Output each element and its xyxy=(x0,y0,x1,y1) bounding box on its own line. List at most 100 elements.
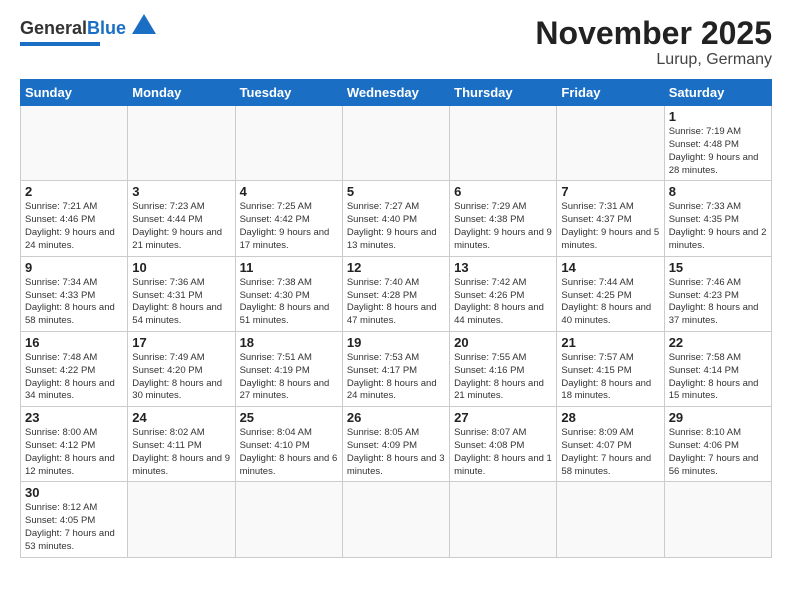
table-row: 4 Sunrise: 7:25 AM Sunset: 4:42 PM Daylig… xyxy=(235,181,342,256)
table-row: 20Sunrise: 7:55 AM Sunset: 4:16 PM Dayli… xyxy=(450,331,557,406)
day-info: Sunrise: 7:23 AM Sunset: 4:44 PM Dayligh… xyxy=(132,201,230,252)
day-number: 12 xyxy=(347,260,445,275)
calendar-header-row: Sunday Monday Tuesday Wednesday Thursday… xyxy=(21,80,772,106)
day-info: Sunrise: 7:36 AM Sunset: 4:31 PM Dayligh… xyxy=(132,277,230,328)
table-row xyxy=(664,482,771,557)
calendar-table: Sunday Monday Tuesday Wednesday Thursday… xyxy=(20,79,772,558)
day-info: Sunrise: 7:53 AM Sunset: 4:17 PM Dayligh… xyxy=(347,352,445,403)
day-info: Sunrise: 7:38 AM Sunset: 4:30 PM Dayligh… xyxy=(240,277,338,328)
day-info: Sunrise: 7:58 AM Sunset: 4:14 PM Dayligh… xyxy=(669,352,767,403)
day-number: 28 xyxy=(561,410,659,425)
day-number: 6 xyxy=(454,184,552,199)
th-sunday: Sunday xyxy=(21,80,128,106)
day-number: 24 xyxy=(132,410,230,425)
table-row xyxy=(128,482,235,557)
day-number: 13 xyxy=(454,260,552,275)
day-info: Sunrise: 8:12 AM Sunset: 4:05 PM Dayligh… xyxy=(25,502,123,553)
table-row: 14 Sunrise: 7:44 AM Sunset: 4:25 PM Dayli… xyxy=(557,256,664,331)
table-row: 29 Sunrise: 8:10 AM Sunset: 4:06 PM Dayli… xyxy=(664,407,771,482)
day-number: 7 xyxy=(561,184,659,199)
day-number: 29 xyxy=(669,410,767,425)
day-number: 16 xyxy=(25,335,123,350)
page: GeneralBlue November 2025 Lurup, Germany… xyxy=(0,0,792,612)
day-info: Sunrise: 7:33 AM Sunset: 4:35 PM Dayligh… xyxy=(669,201,767,252)
th-wednesday: Wednesday xyxy=(342,80,449,106)
table-row xyxy=(235,106,342,181)
day-info: Sunrise: 8:10 AM Sunset: 4:06 PM Dayligh… xyxy=(669,427,767,478)
table-row: 19 Sunrise: 7:53 AM Sunset: 4:17 PM Dayli… xyxy=(342,331,449,406)
title-block: November 2025 Lurup, Germany xyxy=(535,16,772,69)
day-info: Sunrise: 7:42 AM Sunset: 4:26 PM Dayligh… xyxy=(454,277,552,328)
day-info: Sunrise: 7:29 AM Sunset: 4:38 PM Dayligh… xyxy=(454,201,552,252)
day-info: Sunrise: 8:04 AM Sunset: 4:10 PM Dayligh… xyxy=(240,427,338,478)
day-info: Sunrise: 7:40 AM Sunset: 4:28 PM Dayligh… xyxy=(347,277,445,328)
table-row: 26Sunrise: 8:05 AM Sunset: 4:09 PM Dayli… xyxy=(342,407,449,482)
day-info: Sunrise: 7:25 AM Sunset: 4:42 PM Dayligh… xyxy=(240,201,338,252)
day-number: 2 xyxy=(25,184,123,199)
day-number: 10 xyxy=(132,260,230,275)
table-row: 1Sunrise: 7:19 AM Sunset: 4:48 PM Daylig… xyxy=(664,106,771,181)
day-number: 14 xyxy=(561,260,659,275)
table-row: 17Sunrise: 7:49 AM Sunset: 4:20 PM Dayli… xyxy=(128,331,235,406)
day-info: Sunrise: 7:51 AM Sunset: 4:19 PM Dayligh… xyxy=(240,352,338,403)
table-row: 6 Sunrise: 7:29 AM Sunset: 4:38 PM Daylig… xyxy=(450,181,557,256)
day-number: 25 xyxy=(240,410,338,425)
day-number: 18 xyxy=(240,335,338,350)
day-info: Sunrise: 7:27 AM Sunset: 4:40 PM Dayligh… xyxy=(347,201,445,252)
day-number: 21 xyxy=(561,335,659,350)
day-number: 5 xyxy=(347,184,445,199)
day-number: 8 xyxy=(669,184,767,199)
calendar-subtitle: Lurup, Germany xyxy=(535,51,772,69)
table-row: 18 Sunrise: 7:51 AM Sunset: 4:19 PM Dayli… xyxy=(235,331,342,406)
day-number: 9 xyxy=(25,260,123,275)
table-row xyxy=(450,106,557,181)
table-row: 12 Sunrise: 7:40 AM Sunset: 4:28 PM Dayli… xyxy=(342,256,449,331)
day-info: Sunrise: 7:34 AM Sunset: 4:33 PM Dayligh… xyxy=(25,277,123,328)
day-info: Sunrise: 8:02 AM Sunset: 4:11 PM Dayligh… xyxy=(132,427,230,478)
table-row: 2Sunrise: 7:21 AM Sunset: 4:46 PM Daylig… xyxy=(21,181,128,256)
day-number: 4 xyxy=(240,184,338,199)
day-info: Sunrise: 7:57 AM Sunset: 4:15 PM Dayligh… xyxy=(561,352,659,403)
table-row: 30Sunrise: 8:12 AM Sunset: 4:05 PM Dayli… xyxy=(21,482,128,557)
table-row: 9 Sunrise: 7:34 AM Sunset: 4:33 PM Daylig… xyxy=(21,256,128,331)
table-row: 24 Sunrise: 8:02 AM Sunset: 4:11 PM Dayli… xyxy=(128,407,235,482)
calendar-title: November 2025 xyxy=(535,16,772,51)
table-row xyxy=(235,482,342,557)
day-number: 20 xyxy=(454,335,552,350)
table-row: 10 Sunrise: 7:36 AM Sunset: 4:31 PM Dayli… xyxy=(128,256,235,331)
table-row: 8 Sunrise: 7:33 AM Sunset: 4:35 PM Daylig… xyxy=(664,181,771,256)
th-thursday: Thursday xyxy=(450,80,557,106)
table-row: 13 Sunrise: 7:42 AM Sunset: 4:26 PM Dayli… xyxy=(450,256,557,331)
day-info: Sunrise: 8:00 AM Sunset: 4:12 PM Dayligh… xyxy=(25,427,123,478)
table-row: 22 Sunrise: 7:58 AM Sunset: 4:14 PM Dayli… xyxy=(664,331,771,406)
th-monday: Monday xyxy=(128,80,235,106)
table-row xyxy=(557,482,664,557)
day-number: 23 xyxy=(25,410,123,425)
th-saturday: Saturday xyxy=(664,80,771,106)
table-row: 5 Sunrise: 7:27 AM Sunset: 4:40 PM Daylig… xyxy=(342,181,449,256)
logo-icon xyxy=(130,12,158,40)
day-info: Sunrise: 8:09 AM Sunset: 4:07 PM Dayligh… xyxy=(561,427,659,478)
day-info: Sunrise: 7:44 AM Sunset: 4:25 PM Dayligh… xyxy=(561,277,659,328)
table-row: 23 Sunrise: 8:00 AM Sunset: 4:12 PM Dayli… xyxy=(21,407,128,482)
logo: GeneralBlue xyxy=(20,16,158,46)
table-row: 7Sunrise: 7:31 AM Sunset: 4:37 PM Daylig… xyxy=(557,181,664,256)
day-info: Sunrise: 8:07 AM Sunset: 4:08 PM Dayligh… xyxy=(454,427,552,478)
day-info: Sunrise: 7:48 AM Sunset: 4:22 PM Dayligh… xyxy=(25,352,123,403)
logo-bar xyxy=(20,42,100,46)
table-row: 25 Sunrise: 8:04 AM Sunset: 4:10 PM Dayli… xyxy=(235,407,342,482)
day-number: 22 xyxy=(669,335,767,350)
header: GeneralBlue November 2025 Lurup, Germany xyxy=(20,16,772,69)
table-row xyxy=(342,106,449,181)
day-number: 15 xyxy=(669,260,767,275)
day-number: 1 xyxy=(669,109,767,124)
day-info: Sunrise: 8:05 AM Sunset: 4:09 PM Dayligh… xyxy=(347,427,445,478)
day-number: 17 xyxy=(132,335,230,350)
table-row: 15 Sunrise: 7:46 AM Sunset: 4:23 PM Dayli… xyxy=(664,256,771,331)
th-tuesday: Tuesday xyxy=(235,80,342,106)
day-number: 19 xyxy=(347,335,445,350)
day-info: Sunrise: 7:46 AM Sunset: 4:23 PM Dayligh… xyxy=(669,277,767,328)
day-number: 27 xyxy=(454,410,552,425)
table-row xyxy=(342,482,449,557)
table-row xyxy=(557,106,664,181)
